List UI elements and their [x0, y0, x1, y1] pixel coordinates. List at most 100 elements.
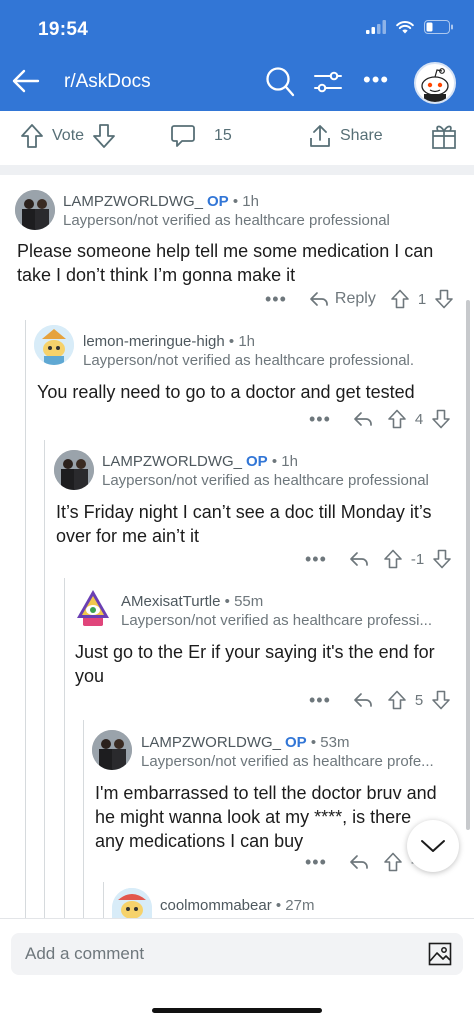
comment-body: It’s Friday night I can’t see a doc till…: [56, 502, 432, 546]
reply-button[interactable]: [353, 692, 373, 708]
comment-actions: ••• -3: [305, 852, 424, 872]
avatar[interactable]: [73, 588, 113, 628]
avatar[interactable]: [34, 325, 74, 365]
more-options-icon[interactable]: •••: [265, 290, 287, 308]
comment-time: • 1h: [267, 453, 298, 470]
status-icons: [366, 20, 454, 34]
reply-button[interactable]: Reply: [309, 290, 376, 308]
reply-button[interactable]: [349, 854, 369, 870]
vote-group: 4: [387, 409, 451, 429]
op-badge: OP: [207, 193, 229, 210]
comment-time: • 53m: [306, 734, 350, 751]
thread-line: [25, 320, 26, 918]
avatar[interactable]: [414, 62, 456, 104]
downvote-icon[interactable]: [434, 289, 454, 309]
snoo-avatar: [77, 590, 109, 626]
upvote-icon[interactable]: [383, 549, 403, 569]
user-photo-avatar: [92, 730, 132, 770]
user-flair: Layperson/not verified as healthcare pro…: [83, 352, 415, 369]
thread-line: [103, 882, 104, 918]
comment-username[interactable]: LAMPZWORLDWG_ OP • 1h: [102, 453, 298, 470]
comment-username[interactable]: LAMPZWORLDWG_ OP • 1h: [63, 193, 259, 210]
vote-label: Vote: [52, 127, 85, 144]
comment-icon: [171, 125, 195, 147]
reply-icon: [350, 552, 368, 566]
share-icon: [310, 125, 330, 147]
more-options-icon[interactable]: •••: [309, 410, 331, 428]
comment-score: 4: [414, 410, 424, 428]
scrollbar[interactable]: [466, 300, 470, 830]
user-flair: Layperson/not verified as healthcare pro…: [63, 212, 390, 229]
post-action-bar: Vote 15 Share: [0, 111, 474, 161]
comment-composer: [11, 933, 463, 975]
image-upload-icon[interactable]: [428, 942, 452, 966]
comment-input[interactable]: [11, 933, 411, 975]
upvote-icon[interactable]: [20, 123, 44, 149]
op-badge: OP: [285, 734, 307, 751]
battery-icon: [424, 20, 453, 34]
share-label: Share: [340, 127, 383, 144]
upvote-icon[interactable]: [387, 690, 407, 710]
avatar[interactable]: [92, 730, 132, 770]
downvote-icon[interactable]: [92, 123, 116, 149]
username[interactable]: LAMPZWORLDWG_: [63, 193, 203, 210]
comment-username[interactable]: AMexisatTurtle • 55m: [121, 593, 263, 610]
username[interactable]: LAMPZWORLDWG_: [102, 453, 242, 470]
username[interactable]: lemon-meringue-high: [83, 333, 225, 350]
downvote-icon[interactable]: [431, 690, 451, 710]
upvote-icon[interactable]: [390, 289, 410, 309]
comment-actions: ••• -1: [305, 549, 452, 569]
downvote-icon[interactable]: [432, 549, 452, 569]
comments-button[interactable]: 15: [170, 123, 232, 149]
reply-button[interactable]: [349, 551, 369, 567]
comment-username[interactable]: LAMPZWORLDWG_ OP • 53m: [141, 734, 349, 751]
reply-button[interactable]: [353, 411, 373, 427]
back-arrow-icon[interactable]: [10, 66, 40, 96]
comment-body: You really need to go to a doctor and ge…: [37, 382, 415, 402]
comment-actions: ••• 4: [309, 409, 451, 429]
vote-group: -1: [383, 549, 452, 569]
upvote-icon[interactable]: [387, 409, 407, 429]
search-icon[interactable]: [265, 66, 295, 98]
user-photo-avatar: [15, 190, 55, 230]
award-icon[interactable]: [431, 122, 457, 150]
more-options-icon[interactable]: •••: [305, 550, 327, 568]
chevron-down-icon: [421, 840, 445, 852]
avatar[interactable]: [54, 450, 94, 490]
comment-username[interactable]: lemon-meringue-high • 1h: [83, 333, 255, 350]
subreddit-title[interactable]: r/AskDocs: [64, 71, 151, 93]
status-time: 19:54: [38, 19, 89, 40]
reply-label: Reply: [334, 290, 376, 307]
more-options-icon[interactable]: •••: [309, 691, 331, 709]
share-button[interactable]: Share: [308, 123, 383, 149]
downvote-icon[interactable]: [431, 409, 451, 429]
wifi-icon: [396, 21, 414, 34]
comment-actions: ••• Reply 1: [265, 289, 454, 309]
user-flair: Layperson/not verified as healthcare pro…: [102, 472, 429, 489]
upvote-icon[interactable]: [383, 852, 403, 872]
comment-time: • 55m: [220, 593, 264, 610]
reply-icon: [354, 412, 372, 426]
next-comment-button[interactable]: [407, 820, 459, 872]
filter-icon[interactable]: [313, 68, 343, 96]
comment-time: • 1h: [224, 333, 256, 350]
username[interactable]: coolmommabear: [160, 897, 272, 914]
avatar[interactable]: [15, 190, 55, 230]
comment-score: 5: [414, 691, 424, 709]
reply-icon: [310, 292, 328, 306]
section-divider: [0, 165, 474, 175]
username[interactable]: AMexisatTurtle: [121, 593, 220, 610]
username[interactable]: LAMPZWORLDWG_: [141, 734, 281, 751]
more-options-icon[interactable]: •••: [305, 853, 327, 871]
thread-line: [83, 720, 84, 918]
vote-group: 1: [390, 289, 454, 309]
user-photo-avatar: [54, 450, 94, 490]
comment-score: -1: [410, 550, 425, 568]
avatar[interactable]: [112, 888, 152, 918]
reddit-snoo-icon: [421, 68, 449, 102]
comment-username[interactable]: coolmommabear • 27m: [160, 897, 315, 914]
thread-line: [64, 578, 65, 918]
vote-group: Vote: [20, 123, 116, 149]
more-icon[interactable]: •••: [363, 69, 389, 91]
reply-icon: [350, 855, 368, 869]
